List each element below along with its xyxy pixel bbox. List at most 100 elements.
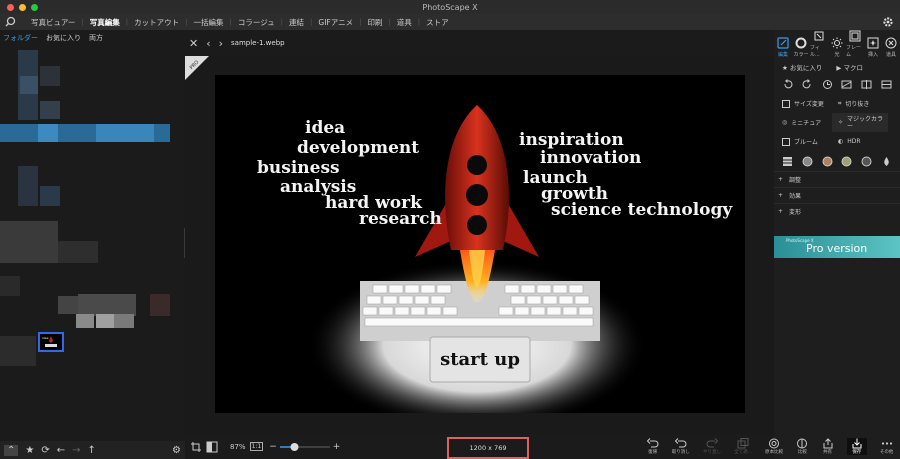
resize-button[interactable]: サイズ変更	[776, 94, 832, 113]
magic-color-button[interactable]: ✧ マジックカラー	[832, 113, 888, 132]
miniature-button[interactable]: ◎ ミニチュア	[776, 113, 832, 132]
menu-batch[interactable]: 一括編集	[187, 17, 229, 28]
tab-both[interactable]: 両方	[89, 33, 103, 43]
tab-frame-label: フレーム	[846, 45, 862, 58]
crop-grid-icon[interactable]	[190, 441, 202, 453]
menu-combine[interactable]: 連結	[283, 17, 310, 28]
close-icon[interactable]: ✕	[189, 37, 198, 50]
crop-label: 切り抜き	[845, 101, 870, 108]
gear-icon[interactable]	[882, 16, 894, 28]
preset-drop-icon[interactable]	[881, 156, 892, 167]
macro-button[interactable]: ▶ マクロ	[836, 62, 863, 72]
tab-light-label: 光	[834, 52, 840, 58]
word-science-technology: science technology	[551, 200, 733, 220]
favorites-macro-row: ★ お気に入り ▶ マクロ	[774, 60, 900, 74]
chevron-right-icon[interactable]: ›	[219, 37, 223, 50]
section-transform[interactable]: + 変形	[774, 203, 900, 219]
favorites-label: お気に入り	[789, 64, 823, 72]
tab-filter[interactable]: フィル...	[810, 30, 828, 58]
frame-icon	[849, 30, 861, 42]
pro-version-banner[interactable]: PhotoScape X Pro version	[774, 236, 900, 258]
original-compare-button[interactable]: 原本比較	[765, 438, 783, 455]
flip-vertical-icon[interactable]	[881, 79, 892, 90]
preset-vivid-icon[interactable]	[841, 156, 852, 167]
section-effects[interactable]: + 効果	[774, 187, 900, 203]
resize-icon	[782, 99, 790, 108]
tab-folder[interactable]: フォルダー	[3, 33, 38, 43]
straighten-icon[interactable]	[841, 79, 852, 90]
preset-icons	[774, 151, 900, 171]
share-button[interactable]: 共有	[822, 438, 834, 455]
hdr-button[interactable]: ◐ HDR	[832, 132, 888, 151]
forward-arrow-icon[interactable]: →	[72, 445, 80, 456]
edit-buttons-grid: サイズ変更 ⌗ 切り抜き ◎ ミニチュア ✧ マジックカラー ブルーム ◐ HDR	[774, 94, 900, 151]
section-adjust[interactable]: + 調整	[774, 171, 900, 187]
editor-header: ✕ ‹ › sample-1.webp	[185, 30, 774, 56]
zoom-out-button[interactable]: −	[269, 442, 277, 452]
undo-icon	[646, 438, 659, 448]
menu-cutout[interactable]: カットアウト	[128, 17, 185, 28]
file-name: sample-1.webp	[231, 39, 285, 47]
menu-tools[interactable]: 道具	[391, 17, 418, 28]
star-icon[interactable]: ★	[25, 445, 34, 456]
word-inspiration: inspiration	[519, 130, 624, 150]
word-research: research	[359, 209, 442, 229]
more-button[interactable]: その他	[880, 438, 893, 455]
preset-circle-icon[interactable]	[802, 156, 813, 167]
tab-edit[interactable]: 編集	[774, 37, 792, 58]
preset-warm-icon[interactable]	[822, 156, 833, 167]
compare-button[interactable]: 比較	[796, 438, 808, 455]
tab-insert-label: 挿入	[867, 52, 878, 58]
editor-area: ✕ ‹ › sample-1.webp PRO start up idea de…	[185, 30, 774, 459]
bloom-button[interactable]: ブルーム	[776, 132, 832, 151]
favorites-button[interactable]: ★ お気に入り	[782, 62, 822, 72]
rotate-left-icon[interactable]	[782, 78, 793, 90]
section-adjust-label: 調整	[789, 177, 802, 184]
magic-wand-icon: ✧	[838, 119, 844, 126]
compare-view-icon[interactable]	[206, 441, 218, 453]
up-arrow-icon[interactable]: ↑	[88, 445, 96, 456]
flip-horizontal-icon[interactable]	[861, 79, 872, 90]
crop-button[interactable]: ⌗ 切り抜き	[832, 94, 888, 113]
undo2-icon	[674, 438, 687, 448]
menu-photo-editor[interactable]: 写真編集	[84, 17, 126, 28]
save-button[interactable]: 保存	[846, 438, 867, 455]
tab-insert[interactable]: 挿入	[864, 37, 882, 58]
preset-lines-icon[interactable]	[782, 156, 793, 167]
back-arrow-icon[interactable]: ←	[57, 445, 65, 456]
edited-image[interactable]: start up idea development business analy…	[215, 75, 745, 413]
chevron-left-icon[interactable]: ‹	[206, 37, 210, 50]
zoom-in-button[interactable]: +	[333, 442, 341, 452]
menu-store[interactable]: ストア	[420, 17, 455, 28]
apply-all-button[interactable]: 全て適...	[734, 438, 752, 455]
bottom-actions: 復帰 取り消し やり直し 全て適... 原本比較 比較 共有 保存 その他	[640, 434, 900, 459]
expand-plus-icon: +	[778, 192, 784, 199]
menu-print[interactable]: 印刷	[361, 17, 388, 28]
copy-icon	[737, 438, 749, 449]
search-icon[interactable]	[5, 16, 19, 28]
tab-tools[interactable]: 道具	[882, 37, 900, 58]
menu-gif[interactable]: GIFアニメ	[312, 17, 359, 28]
rotate-free-icon[interactable]	[822, 79, 833, 90]
tab-frame[interactable]: フレーム	[846, 30, 864, 58]
tab-color[interactable]: カラー	[792, 37, 810, 58]
menu-collage[interactable]: コラージュ	[232, 17, 281, 28]
refresh-icon[interactable]: ⟳	[41, 445, 49, 456]
expand-icon[interactable]: ⌃	[4, 444, 19, 456]
zoom-slider[interactable]	[279, 442, 330, 452]
rotate-right-icon[interactable]	[802, 78, 813, 90]
gear-icon[interactable]: ⚙	[172, 445, 181, 456]
undo-button[interactable]: 取り消し	[672, 438, 690, 455]
tab-light[interactable]: 光	[828, 37, 846, 58]
edit-icon	[777, 37, 789, 49]
redo-button[interactable]: やり直し	[703, 438, 721, 455]
tab-favorites[interactable]: お気に入り	[46, 33, 81, 43]
image-dimensions: 1200 x 769	[447, 437, 529, 459]
revert-button[interactable]: 復帰	[646, 438, 659, 455]
selected-image-thumbnail[interactable]: idea	[38, 332, 64, 352]
bloom-icon	[782, 137, 790, 146]
preset-mono-icon[interactable]	[861, 156, 872, 167]
fit-actual-button[interactable]: 1:1	[249, 442, 264, 451]
zoom-slider-handle[interactable]	[290, 442, 299, 451]
menu-photo-viewer[interactable]: 写真ビュアー	[25, 17, 81, 28]
